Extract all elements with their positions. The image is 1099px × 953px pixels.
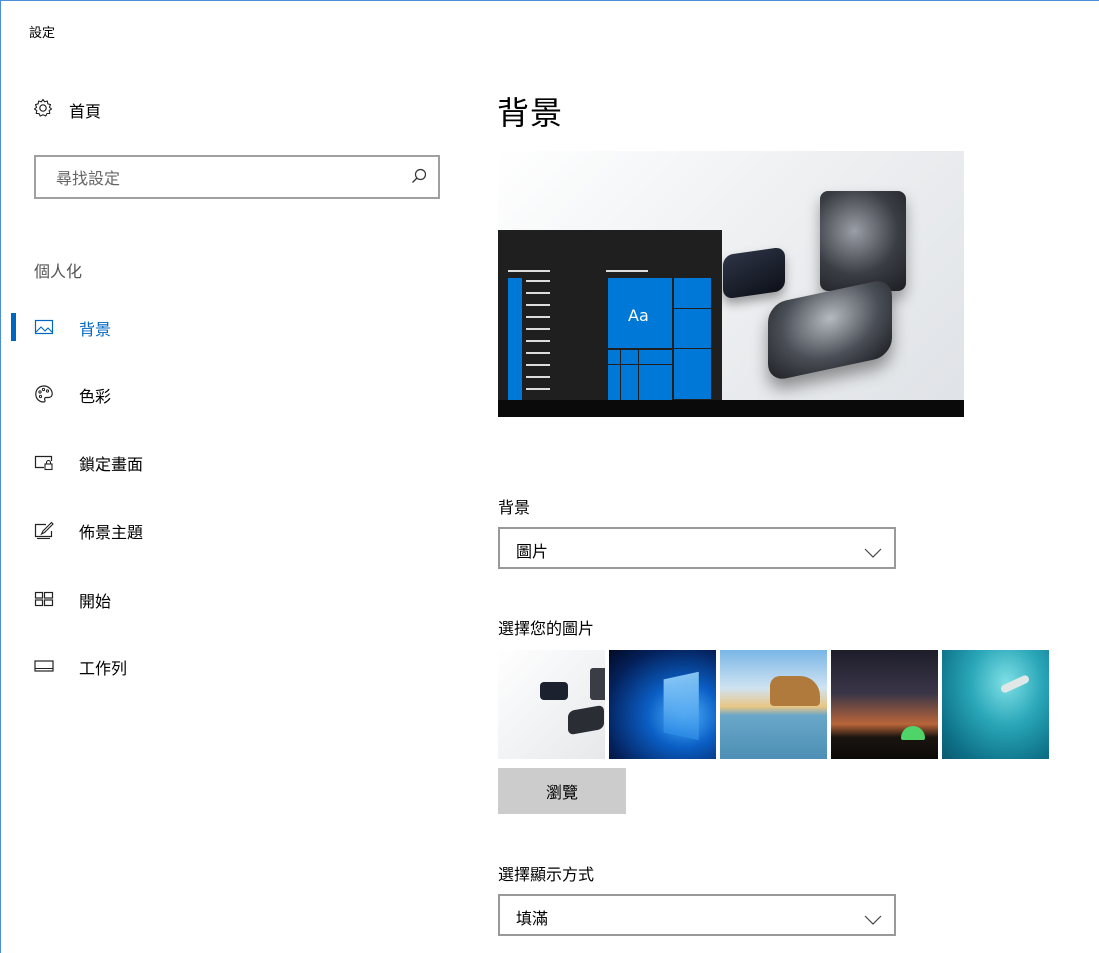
chevron-down-icon [864, 910, 882, 929]
thumbnail-night-sky[interactable] [831, 650, 938, 759]
menu-icon-column [508, 278, 522, 400]
page-title: 背景 [497, 94, 564, 132]
picture-thumbnails [498, 650, 1049, 759]
section-title: 個人化 [34, 262, 83, 281]
sidebar-item-label: 工作列 [79, 659, 128, 678]
menu-lines [526, 280, 550, 400]
chevron-down-icon [864, 543, 882, 562]
home-label: 首頁 [69, 102, 102, 121]
sidebar-item-themes[interactable]: 佈景主題 [0, 512, 440, 548]
thumbnail-underwater[interactable] [942, 650, 1049, 759]
thumbnail-beach-rocks[interactable] [720, 650, 827, 759]
choose-picture-label: 選擇您的圖片 [498, 619, 595, 638]
preview-taskbar [498, 400, 964, 417]
tile-bottom [608, 350, 672, 400]
sidebar-item-start[interactable]: 開始 [0, 581, 440, 617]
start-icon [34, 589, 54, 609]
search-box[interactable] [34, 155, 440, 199]
lock-screen-icon [34, 452, 54, 472]
mini-pc-tall [820, 191, 906, 291]
start-menu-preview: Aa [498, 230, 722, 400]
sidebar-item-lock-screen[interactable]: 鎖定畫面 [0, 444, 440, 480]
fit-dropdown-value: 填滿 [516, 909, 549, 928]
sidebar-item-colors[interactable]: 色彩 [0, 376, 440, 412]
fit-label: 選擇顯示方式 [498, 865, 595, 884]
sidebar-item-label: 開始 [79, 592, 112, 611]
background-preview: Aa [498, 151, 964, 417]
mini-pc-small [723, 246, 785, 300]
tile-large: Aa [608, 278, 672, 348]
browse-button[interactable]: 瀏覽 [498, 768, 626, 814]
thumbnail-mini-pc[interactable] [498, 650, 605, 759]
picture-icon [34, 317, 54, 337]
sidebar-item-label: 色彩 [79, 387, 112, 406]
tile-grid [674, 278, 711, 400]
gear-icon [33, 98, 53, 122]
taskbar-icon [34, 656, 54, 676]
background-dropdown-value: 圖片 [516, 542, 549, 561]
window-title: 設定 [29, 26, 56, 41]
menu-header-line [508, 270, 550, 272]
theme-icon [34, 520, 54, 540]
palette-icon [34, 384, 54, 404]
sidebar-item-background[interactable]: 背景 [0, 309, 440, 345]
search-input[interactable] [54, 166, 388, 190]
sidebar-item-label: 背景 [79, 320, 112, 339]
active-indicator [11, 313, 16, 341]
tile-text: Aa [628, 306, 649, 325]
sidebar-item-label: 鎖定畫面 [79, 455, 144, 474]
thumbnail-windows-hero[interactable] [609, 650, 716, 759]
tiles-header-line [606, 270, 648, 272]
sidebar-item-taskbar[interactable]: 工作列 [0, 648, 440, 684]
search-icon[interactable] [410, 167, 428, 189]
background-dropdown[interactable]: 圖片 [498, 527, 896, 569]
home-link[interactable]: 首頁 [33, 98, 101, 122]
window-border-top [0, 0, 1099, 1]
fit-dropdown[interactable]: 填滿 [498, 894, 896, 936]
sidebar-item-label: 佈景主題 [79, 523, 144, 542]
background-label: 背景 [498, 498, 531, 517]
